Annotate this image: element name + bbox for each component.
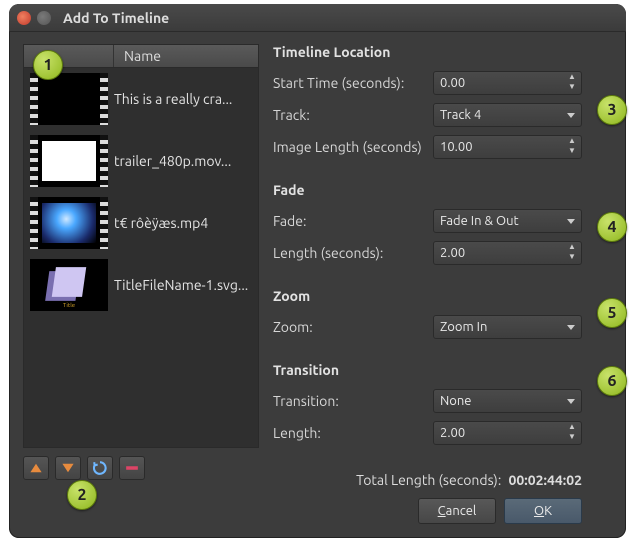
- total-length-value: 00:02:44:02: [509, 472, 583, 488]
- callout-badge-4: 4: [597, 212, 627, 242]
- shuffle-button[interactable]: [87, 456, 113, 480]
- track-label: Track:: [273, 107, 433, 123]
- transition-length-spinner[interactable]: 2.00 ▲▼: [433, 421, 582, 445]
- track-select[interactable]: Track 4: [433, 103, 582, 127]
- transition-length-value: 2.00: [440, 426, 565, 440]
- settings-panel: Timeline Location Start Time (seconds): …: [273, 44, 612, 480]
- fade-length-value: 2.00: [440, 246, 565, 260]
- spin-down-icon[interactable]: ▼: [565, 433, 579, 443]
- move-up-button[interactable]: [23, 456, 49, 480]
- spin-down-icon[interactable]: ▼: [565, 147, 579, 157]
- dialog-window: Add To Timeline Name This is a really cr…: [9, 4, 626, 538]
- zoom-value: Zoom In: [440, 320, 563, 334]
- thumbnail: Title: [30, 259, 108, 311]
- thumbnail: [30, 73, 108, 125]
- callout-badge-3: 3: [597, 95, 627, 125]
- fade-length-label: Length (seconds):: [273, 245, 433, 261]
- name-column-header[interactable]: Name: [114, 48, 258, 64]
- section-title-fade: Fade: [273, 182, 582, 198]
- section-title-zoom: Zoom: [273, 288, 582, 304]
- titlebar: Add To Timeline: [9, 4, 626, 32]
- zoom-label: Zoom:: [273, 319, 433, 335]
- start-time-value: 0.00: [440, 76, 565, 90]
- list-item-label: trailer_480p.mov...: [114, 153, 258, 169]
- dialog-footer: Total Length (seconds): 00:02:44:02 Canc…: [356, 472, 582, 524]
- file-list[interactable]: This is a really cra... trailer_480p.mov…: [23, 68, 259, 448]
- chevron-down-icon: [567, 219, 575, 224]
- thumbnail: [30, 197, 108, 249]
- chevron-down-icon: [567, 399, 575, 404]
- total-length-label: Total Length (seconds):: [356, 472, 501, 488]
- list-item[interactable]: This is a really cra...: [24, 68, 258, 130]
- minimize-icon[interactable]: [37, 11, 51, 25]
- spin-down-icon[interactable]: ▼: [565, 83, 579, 93]
- fade-value: Fade In & Out: [440, 214, 563, 228]
- list-item-label: This is a really cra...: [114, 91, 258, 107]
- list-item[interactable]: trailer_480p.mov...: [24, 130, 258, 192]
- list-item[interactable]: Title TitleFileName-1.svg...: [24, 254, 258, 316]
- transition-length-label: Length:: [273, 425, 433, 441]
- remove-button[interactable]: [119, 456, 145, 480]
- file-list-panel: Name This is a really cra... trailer_480…: [23, 44, 259, 480]
- start-time-spinner[interactable]: 0.00 ▲▼: [433, 71, 582, 95]
- spin-down-icon[interactable]: ▼: [565, 253, 579, 263]
- ok-button[interactable]: OK: [504, 498, 582, 524]
- window-title: Add To Timeline: [63, 10, 169, 26]
- close-icon[interactable]: [17, 11, 31, 25]
- chevron-down-icon: [567, 113, 575, 118]
- track-value: Track 4: [440, 108, 563, 122]
- fade-label: Fade:: [273, 213, 433, 229]
- list-toolbar: [23, 456, 259, 480]
- image-length-spinner[interactable]: 10.00 ▲▼: [433, 135, 582, 159]
- image-length-label: Image Length (seconds): [273, 139, 433, 155]
- cancel-button[interactable]: Cancel: [418, 498, 496, 524]
- chevron-down-icon: [567, 325, 575, 330]
- move-down-button[interactable]: [55, 456, 81, 480]
- list-item[interactable]: t€ rôèÿæs.mp4: [24, 192, 258, 254]
- list-item-label: t€ rôèÿæs.mp4: [114, 215, 258, 231]
- zoom-select[interactable]: Zoom In: [433, 315, 582, 339]
- total-length-row: Total Length (seconds): 00:02:44:02: [356, 472, 582, 488]
- fade-select[interactable]: Fade In & Out: [433, 209, 582, 233]
- list-item-label: TitleFileName-1.svg...: [114, 277, 258, 293]
- image-length-value: 10.00: [440, 140, 565, 154]
- callout-badge-1: 1: [33, 50, 63, 80]
- fade-length-spinner[interactable]: 2.00 ▲▼: [433, 241, 582, 265]
- transition-select[interactable]: None: [433, 389, 582, 413]
- transition-label: Transition:: [273, 393, 433, 409]
- callout-badge-2: 2: [67, 480, 97, 510]
- section-title-transition: Transition: [273, 362, 582, 378]
- section-title-location: Timeline Location: [273, 44, 582, 60]
- transition-value: None: [440, 394, 563, 408]
- thumbnail: [30, 135, 108, 187]
- start-time-label: Start Time (seconds):: [273, 75, 433, 91]
- callout-badge-5: 5: [597, 298, 627, 328]
- callout-badge-6: 6: [597, 366, 627, 396]
